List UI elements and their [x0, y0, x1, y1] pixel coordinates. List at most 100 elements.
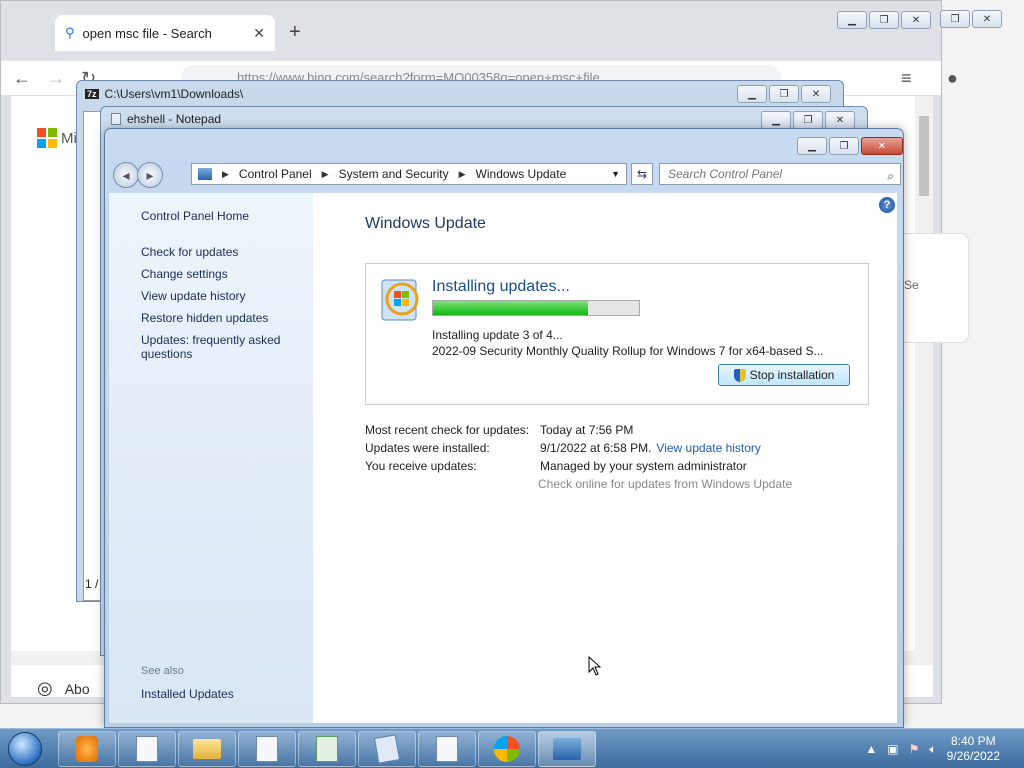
clock-date: 9/26/2022 — [946, 749, 1000, 763]
minimize-button[interactable]: ▁ — [797, 137, 827, 155]
volume-icon[interactable]: 🔈︎ — [929, 742, 936, 757]
browser-tabstrip: ⚲ open msc file - Search ✕ + ▁ ❐ ✕ — [1, 1, 941, 61]
view-update-history-inline-link[interactable]: View update history — [656, 441, 761, 459]
close-button[interactable]: ✕ — [801, 85, 831, 103]
notepad-title: ehshell - Notepad — [127, 112, 222, 126]
new-tab-button[interactable]: + — [289, 21, 301, 44]
about-section: ◎ Abo — [37, 678, 90, 699]
taskbar-media-player[interactable] — [58, 730, 116, 767]
control-panel-window: ▁ ❐ ✕ ◂ ▸ ▶ Control Panel ▶ System and S… — [104, 128, 904, 728]
refresh-button[interactable]: ⇆ — [631, 163, 653, 185]
taskbar-items — [58, 730, 596, 767]
notepad-window-controls: ▁ ❐ ✕ — [761, 111, 855, 129]
show-hidden-icons-icon[interactable]: ▲ — [865, 742, 877, 756]
breadcrumb-item[interactable]: Windows Update — [476, 167, 567, 181]
windows-update-icon — [494, 735, 520, 762]
taskbar-document[interactable] — [298, 730, 356, 767]
taskbar-wordpad[interactable] — [358, 730, 416, 767]
browser-tab[interactable]: ⚲ open msc file - Search ✕ — [55, 15, 275, 51]
close-button[interactable]: ✕ — [861, 137, 903, 155]
close-button-back[interactable]: ✕ — [972, 10, 1002, 28]
zip-window-controls: ▁ ❐ ✕ — [737, 85, 831, 103]
update-name-text: 2022-09 Security Monthly Quality Rollup … — [432, 344, 824, 358]
control-panel-icon — [553, 737, 581, 760]
search-input[interactable]: Search Control Panel ⌕ — [659, 163, 901, 185]
sidebar: Control Panel Home Check for updates Cha… — [109, 193, 313, 723]
info-value: 9/1/2022 at 6:58 PM. — [540, 441, 652, 455]
minimize-button[interactable]: ▁ — [837, 11, 867, 29]
check-for-updates-link[interactable]: Check for updates — [141, 245, 301, 259]
clock-time: 8:40 PM — [950, 734, 996, 748]
page-title: Windows Update — [365, 215, 486, 232]
breadcrumb-item[interactable]: Control Panel — [239, 167, 312, 181]
minimize-button[interactable]: ▁ — [761, 111, 791, 129]
chevron-down-icon[interactable]: ▼ — [611, 169, 620, 179]
forward-button[interactable]: ▸ — [137, 162, 163, 188]
microsoft-logo-icon — [37, 128, 57, 148]
close-tab-icon[interactable]: ✕ — [253, 25, 265, 42]
action-center-icon[interactable]: ⚑ — [909, 742, 920, 756]
minimize-button[interactable]: ▁ — [737, 85, 767, 103]
breadcrumb[interactable]: ▶ Control Panel ▶ System and Security ▶ … — [191, 163, 627, 185]
check-online-link[interactable]: Check online for updates from Windows Up… — [365, 477, 792, 491]
progress-fill — [433, 301, 588, 315]
taskbar-explorer[interactable] — [178, 730, 236, 767]
menu-icon[interactable]: ≡ — [901, 68, 912, 89]
clock[interactable]: 8:40 PM 9/26/2022 — [947, 734, 1000, 764]
taskbar-control-panel[interactable] — [538, 730, 596, 767]
install-progress-bar — [432, 300, 640, 316]
browser-vertical-scrollbar[interactable] — [915, 96, 933, 656]
tab-title: open msc file - Search — [82, 25, 212, 41]
zip-title: C:\Users\vm1\Downloads\ — [104, 87, 244, 101]
media-player-icon — [76, 735, 98, 762]
change-settings-link[interactable]: Change settings — [141, 267, 301, 281]
chevron-right-icon: ▶ — [321, 168, 329, 179]
forward-icon[interactable]: → — [47, 68, 65, 89]
installed-updates-link[interactable]: Installed Updates — [141, 687, 234, 701]
control-panel-home-link[interactable]: Control Panel Home — [141, 209, 249, 223]
taskbar: ▲ ▣ ⚑ 🔈︎ 8:40 PM 9/26/2022 — [0, 728, 1024, 768]
system-tray: ▲ ▣ ⚑ 🔈︎ 8:40 PM 9/26/2022 — [865, 729, 1024, 768]
view-update-history-link[interactable]: View update history — [141, 289, 301, 303]
uac-shield-icon — [733, 368, 746, 382]
7zip-icon: 7z — [85, 89, 99, 99]
notepad-icon — [136, 735, 158, 762]
taskbar-notepad-2[interactable] — [238, 730, 296, 767]
taskbar-notepad-3[interactable] — [418, 730, 476, 767]
search-icon[interactable]: ⌕ — [887, 166, 894, 186]
maximize-button[interactable]: ❐ — [769, 85, 799, 103]
notepad-icon — [436, 735, 458, 762]
restore-hidden-updates-link[interactable]: Restore hidden updates — [141, 311, 301, 325]
network-icon[interactable]: ▣ — [887, 742, 898, 756]
breadcrumb-item[interactable]: System and Security — [339, 167, 449, 181]
notepad-icon — [256, 735, 278, 762]
back-icon[interactable]: ← — [13, 68, 31, 89]
stop-installation-button[interactable]: Stop installation — [718, 364, 850, 386]
maximize-button[interactable]: ❐ — [869, 11, 899, 29]
back-button[interactable]: ◂ — [113, 162, 139, 188]
document-icon — [316, 735, 338, 762]
status-title: Installing updates... — [432, 278, 570, 295]
maximize-button[interactable]: ❐ — [793, 111, 823, 129]
page-partial-text: Mi — [61, 130, 77, 147]
windows-update-icon — [381, 279, 419, 321]
info-value: Today at 7:56 PM — [540, 423, 634, 437]
info-label: Updates were installed: — [365, 441, 490, 455]
mouse-cursor-icon — [588, 656, 602, 676]
close-button[interactable]: ✕ — [825, 111, 855, 129]
info-row: You receive updates: Managed by your sys… — [365, 459, 792, 477]
info-row: Updates were installed: 9/1/2022 at 6:58… — [365, 441, 792, 459]
help-icon[interactable]: ? — [879, 197, 895, 213]
faq-link[interactable]: Updates: frequently asked questions — [141, 333, 301, 361]
about-text: Abo — [64, 680, 90, 697]
taskbar-notepad[interactable] — [118, 730, 176, 767]
chevron-right-icon: ▶ — [458, 168, 466, 179]
back-window-controls: ❐ ✕ — [940, 10, 1002, 28]
info-value: Managed by your system administrator — [540, 459, 747, 473]
maximize-button-back[interactable]: ❐ — [940, 10, 970, 28]
start-button[interactable] — [0, 729, 50, 768]
profile-icon[interactable]: ● — [947, 68, 958, 89]
taskbar-windows-update[interactable] — [478, 730, 536, 767]
maximize-button[interactable]: ❐ — [829, 137, 859, 155]
close-button[interactable]: ✕ — [901, 11, 931, 29]
